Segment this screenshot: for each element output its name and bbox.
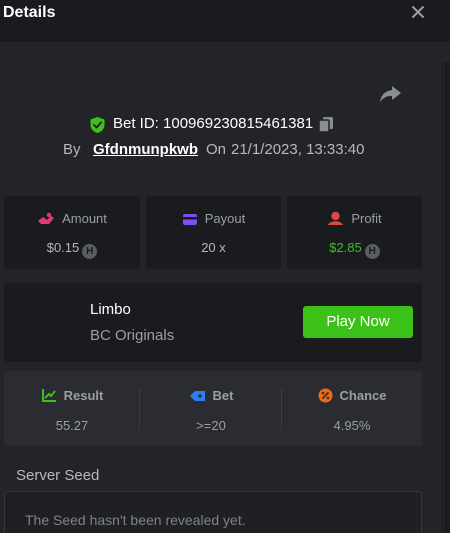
payout-label: Payout bbox=[204, 211, 246, 226]
bet-label: Bet bbox=[212, 388, 234, 403]
payout-value: 20 x bbox=[201, 240, 226, 255]
chance-column: Chance 4.95% bbox=[282, 371, 422, 446]
bet-id-row: Bet ID: 100969230815461381 bbox=[0, 114, 430, 136]
bet-tag-icon bbox=[189, 391, 205, 401]
profit-card: Profit $2.85 H bbox=[287, 196, 422, 269]
result-column: Result 55.27 bbox=[4, 371, 140, 446]
share-icon[interactable] bbox=[378, 83, 404, 105]
game-provider: BC Originals bbox=[90, 327, 175, 344]
profit-value: $2.85 bbox=[329, 240, 362, 255]
result-chart-icon bbox=[41, 389, 56, 402]
coin-icon: H bbox=[364, 244, 380, 259]
game-card: Limbo BC Originals Play Now bbox=[4, 283, 422, 362]
on-label: On bbox=[206, 141, 227, 158]
amount-card: Amount $0.15 H bbox=[4, 196, 140, 269]
chance-percent-icon bbox=[318, 388, 333, 403]
share-button[interactable] bbox=[378, 83, 404, 105]
by-label: By bbox=[63, 141, 81, 158]
bet-value: >=20 bbox=[196, 418, 226, 433]
chance-value: 4.95% bbox=[333, 418, 371, 433]
bet-date: 21/1/2023, 13:33:40 bbox=[231, 141, 365, 158]
close-icon[interactable] bbox=[409, 3, 427, 21]
copy-icon[interactable] bbox=[318, 116, 334, 133]
chance-label: Chance bbox=[339, 388, 387, 403]
server-seed-box: The Seed hasn't been revealed yet. bbox=[4, 491, 422, 533]
result-card: Result 55.27 Bet >=20 Chance 4.95% bbox=[4, 371, 422, 446]
amount-icon bbox=[38, 212, 55, 224]
result-label: Result bbox=[63, 388, 104, 403]
bet-column: Bet >=20 bbox=[140, 371, 282, 446]
payout-card: Payout 20 x bbox=[146, 196, 281, 269]
details-header: Details bbox=[0, 0, 450, 42]
server-seed-message: The Seed hasn't been revealed yet. bbox=[25, 512, 246, 528]
page-title: Details bbox=[3, 4, 56, 21]
coin-icon: H bbox=[82, 244, 98, 259]
payout-card-icon bbox=[182, 214, 197, 225]
amount-label: Amount bbox=[62, 211, 107, 226]
profit-icon bbox=[328, 211, 344, 225]
profit-label: Profit bbox=[351, 211, 382, 226]
bet-id: Bet ID: 100969230815461381 bbox=[113, 115, 314, 132]
username-link[interactable]: Gfdnmunpkwb bbox=[93, 141, 198, 158]
result-value: 55.27 bbox=[55, 418, 89, 433]
server-seed-label: Server Seed bbox=[16, 467, 100, 484]
close-button[interactable] bbox=[409, 3, 427, 21]
play-now-button[interactable]: Play Now bbox=[303, 306, 413, 338]
scrollbar-thumb[interactable] bbox=[444, 62, 450, 533]
bet-author-row: By Gfdnmunpkwb On 21/1/2023, 13:33:40 bbox=[0, 140, 430, 162]
shield-check-icon bbox=[90, 117, 105, 133]
game-name: Limbo bbox=[90, 301, 131, 318]
amount-value: $0.15 bbox=[46, 240, 80, 255]
